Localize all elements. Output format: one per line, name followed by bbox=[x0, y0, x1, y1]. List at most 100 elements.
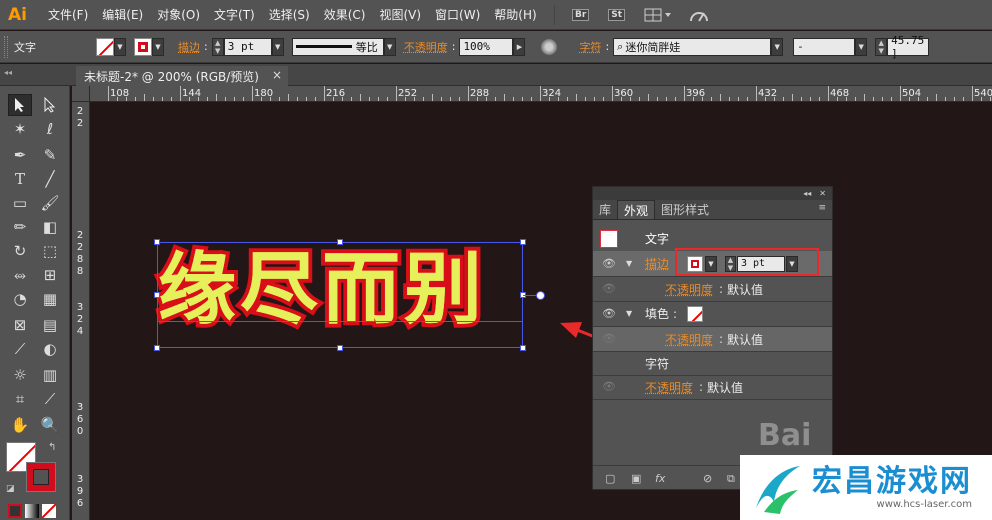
blend-tool-icon[interactable]: ◐ bbox=[38, 338, 62, 360]
width-tool-icon[interactable]: ⥈ bbox=[8, 264, 32, 286]
magic-wand-tool-icon[interactable]: ✶ bbox=[8, 118, 32, 140]
color-mode-icon[interactable] bbox=[8, 504, 22, 518]
menu-help[interactable]: 帮助(H) bbox=[487, 6, 543, 23]
stroke-weight-dropdown-icon[interactable]: ▼ bbox=[271, 37, 284, 56]
variable-width-profile[interactable]: 等比 bbox=[291, 37, 384, 56]
menu-file[interactable]: 文件(F) bbox=[41, 6, 95, 23]
opacity-dropdown-icon[interactable]: ▶ bbox=[513, 37, 526, 56]
menu-object[interactable]: 对象(O) bbox=[150, 6, 207, 23]
characters-row[interactable]: 字符 bbox=[593, 351, 832, 376]
gradient-tool-icon[interactable]: ▤ bbox=[38, 314, 62, 336]
line-tool-icon[interactable]: ╱ bbox=[38, 168, 62, 190]
stock-button[interactable]: St bbox=[605, 5, 629, 25]
fill-row[interactable]: 👁 ▼ 填色 : bbox=[593, 301, 832, 327]
column-graph-tool-icon[interactable]: ▥ bbox=[38, 364, 62, 386]
slice-tool-icon[interactable]: ⟋ bbox=[38, 388, 62, 410]
expand-triangle-icon[interactable]: ▼ bbox=[626, 309, 632, 318]
tab-graphic-styles[interactable]: 图形样式 bbox=[655, 200, 715, 219]
duplicate-item-icon[interactable]: ⧉ bbox=[727, 472, 735, 486]
opacity-link[interactable]: 不透明度 bbox=[665, 281, 713, 298]
fill-stroke-swatches[interactable]: ↰ ◪ bbox=[6, 442, 62, 494]
stroke-dropdown-icon[interactable]: ▼ bbox=[152, 37, 164, 56]
shape-builder-tool-icon[interactable]: ◔ bbox=[8, 288, 32, 310]
arrange-documents-icon[interactable] bbox=[641, 5, 675, 25]
opacity-label[interactable]: 不透明度 bbox=[404, 39, 448, 55]
visibility-eye-icon[interactable]: 👁 bbox=[602, 258, 616, 269]
opacity-link[interactable]: 不透明度 bbox=[645, 379, 693, 396]
fill-row-swatch[interactable] bbox=[687, 305, 703, 322]
recolor-artwork-icon[interactable] bbox=[541, 38, 558, 55]
handle-top-left[interactable] bbox=[154, 239, 160, 245]
direct-selection-tool-icon[interactable] bbox=[38, 94, 62, 116]
visibility-eye-icon[interactable]: 👁 bbox=[602, 283, 616, 294]
font-style-field[interactable]: - bbox=[793, 37, 856, 56]
eraser-tool-icon[interactable]: ◧ bbox=[38, 216, 62, 238]
eyedropper-tool-icon[interactable]: ⟋ bbox=[8, 338, 32, 360]
threading-port[interactable] bbox=[536, 291, 545, 300]
menu-select[interactable]: 选择(S) bbox=[262, 6, 317, 23]
type-tool-icon[interactable]: T bbox=[8, 168, 32, 190]
menu-type[interactable]: 文字(T) bbox=[207, 6, 262, 23]
character-label[interactable]: 字符 bbox=[579, 39, 601, 55]
perspective-grid-tool-icon[interactable]: ▦ bbox=[38, 288, 62, 310]
panel-menu-icon[interactable]: ≡ bbox=[818, 203, 826, 213]
stroke-opacity-row[interactable]: 👁 不透明度 : 默认值 bbox=[593, 277, 832, 302]
profile-dropdown-icon[interactable]: ▼ bbox=[383, 37, 396, 56]
zoom-tool-icon[interactable]: 🔍 bbox=[38, 414, 62, 436]
pen-tool-icon[interactable]: ✒ bbox=[8, 144, 32, 166]
close-panel-icon[interactable]: ✕ bbox=[819, 189, 826, 198]
collapse-panel-icon[interactable]: ◂◂ bbox=[803, 189, 811, 198]
visibility-eye-icon[interactable]: 👁 bbox=[602, 308, 616, 319]
fill-color-swatch[interactable] bbox=[96, 37, 114, 56]
ruler-origin[interactable] bbox=[72, 86, 90, 102]
stroke-weight-field[interactable]: 3 pt bbox=[223, 37, 272, 56]
stroke-weight-spinner[interactable]: ▲ ▼ bbox=[211, 37, 224, 56]
rectangle-tool-icon[interactable]: ▭ bbox=[8, 192, 32, 214]
gpu-performance-icon[interactable] bbox=[687, 5, 711, 25]
handle-middle-left[interactable] bbox=[154, 292, 160, 298]
shaper-tool-icon[interactable]: ✏ bbox=[8, 216, 32, 238]
scale-tool-icon[interactable]: ⬚ bbox=[38, 240, 62, 262]
fill-opacity-row[interactable]: 👁 不透明度 : 默认值 bbox=[593, 327, 832, 352]
menu-effect[interactable]: 效果(C) bbox=[317, 6, 373, 23]
hand-tool-icon[interactable]: ✋ bbox=[8, 414, 32, 436]
font-family-field[interactable]: ⌕ 迷你简胖娃 bbox=[613, 37, 772, 56]
horizontal-ruler[interactable]: 108 144 180 216 252 288 324 360 396 432 468 504 540 bbox=[90, 86, 992, 102]
rotate-tool-icon[interactable]: ↻ bbox=[8, 240, 32, 262]
vertical-ruler[interactable]: 222288324360396 bbox=[72, 102, 90, 520]
document-tab[interactable]: 未标题-2* @ 200% (RGB/预览) × bbox=[76, 66, 288, 86]
close-icon[interactable]: × bbox=[272, 68, 282, 82]
default-colors-icon[interactable]: ◪ bbox=[6, 484, 15, 494]
visibility-eye-icon[interactable]: 👁 bbox=[602, 381, 616, 392]
swap-icon[interactable]: ↰ bbox=[48, 442, 56, 453]
handle-bottom-left[interactable] bbox=[154, 345, 160, 351]
tab-appearance[interactable]: 外观 bbox=[617, 200, 656, 219]
paintbrush-tool-icon[interactable]: 🖌 bbox=[38, 192, 62, 214]
gradient-mode-icon[interactable] bbox=[25, 504, 39, 518]
visibility-eye-icon[interactable]: 👁 bbox=[602, 333, 616, 344]
free-transform-tool-icon[interactable]: ⊞ bbox=[38, 264, 62, 286]
lasso-tool-icon[interactable]: ℓ bbox=[38, 118, 62, 140]
stroke-color-swatch[interactable] bbox=[134, 37, 152, 56]
tab-libraries[interactable]: 库 bbox=[593, 200, 617, 219]
add-new-effect-icon[interactable]: fx bbox=[655, 472, 665, 485]
menu-edit[interactable]: 编辑(E) bbox=[95, 6, 150, 23]
font-size-field[interactable]: 45.75 ] bbox=[887, 34, 930, 60]
stroke-swatch[interactable] bbox=[26, 462, 56, 492]
control-bar-grip[interactable] bbox=[4, 35, 8, 58]
none-mode-icon[interactable] bbox=[42, 504, 56, 518]
font-style-dropdown-icon[interactable]: ▼ bbox=[855, 37, 868, 56]
curvature-tool-icon[interactable]: ✎ bbox=[38, 144, 62, 166]
add-new-fill-icon[interactable]: ▣ bbox=[631, 472, 641, 485]
mesh-tool-icon[interactable]: ⊠ bbox=[8, 314, 32, 336]
add-new-stroke-icon[interactable]: ▢ bbox=[605, 472, 615, 485]
selection-tool-icon[interactable] bbox=[8, 94, 32, 116]
handle-bottom-middle[interactable] bbox=[337, 345, 343, 351]
handle-top-middle[interactable] bbox=[337, 239, 343, 245]
stroke-label[interactable]: 描边 bbox=[178, 39, 200, 55]
menu-window[interactable]: 窗口(W) bbox=[428, 6, 487, 23]
opacity-field[interactable]: 100% bbox=[459, 37, 514, 56]
collapse-icon[interactable]: ◂◂ bbox=[4, 68, 12, 77]
fill-dropdown-icon[interactable]: ▼ bbox=[114, 37, 126, 56]
handle-top-right[interactable] bbox=[520, 239, 526, 245]
